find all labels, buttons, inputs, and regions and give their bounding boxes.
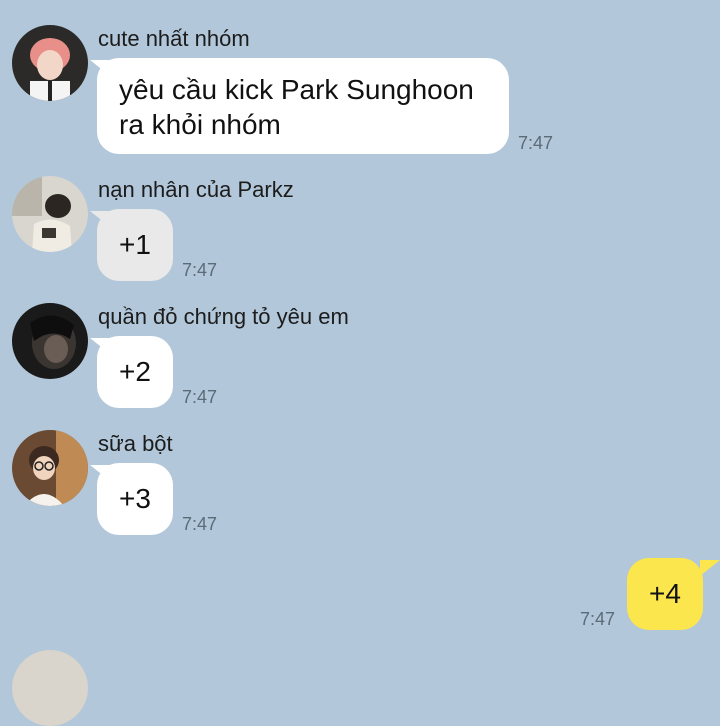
user-photo-glasses-icon: [12, 430, 88, 506]
message-time: 7:47: [518, 133, 554, 153]
my-message-time: 7:47: [580, 609, 616, 629]
my-message-bubble[interactable]: +4: [627, 558, 703, 630]
message-text: +3: [119, 483, 151, 514]
avatar[interactable]: [12, 430, 88, 506]
message-text: +1: [119, 229, 151, 260]
sender-name: cute nhất nhóm: [98, 26, 250, 51]
message-text: yêu cầu kick Park Sunghoon ra khỏi nhóm: [119, 74, 474, 140]
user-photo-crouching-icon: [12, 176, 88, 252]
message-text: +2: [119, 356, 151, 387]
message-bubble[interactable]: +3: [97, 463, 173, 535]
avatar[interactable]: [12, 303, 88, 379]
message-time: 7:47: [182, 260, 218, 280]
message-time: 7:47: [182, 514, 218, 534]
bubble-tail: [700, 560, 720, 576]
message-bubble[interactable]: yêu cầu kick Park Sunghoon ra khỏi nhóm: [97, 58, 509, 154]
user-photo-pink-hair-icon: [12, 25, 88, 101]
avatar[interactable]: [12, 176, 88, 252]
user-photo-dark-icon: [12, 303, 88, 379]
message-text: +4: [649, 578, 681, 609]
message-time: 7:47: [182, 387, 218, 407]
avatar[interactable]: [12, 650, 88, 726]
message-bubble[interactable]: +2: [97, 336, 173, 408]
user-photo-icon: [12, 650, 88, 726]
sender-name: nạn nhân của Parkz: [98, 177, 294, 202]
avatar[interactable]: [12, 25, 88, 101]
sender-name: sữa bột: [98, 431, 173, 456]
message-bubble[interactable]: +1: [97, 209, 173, 281]
sender-name: quần đỏ chứng tỏ yêu em: [98, 304, 349, 329]
